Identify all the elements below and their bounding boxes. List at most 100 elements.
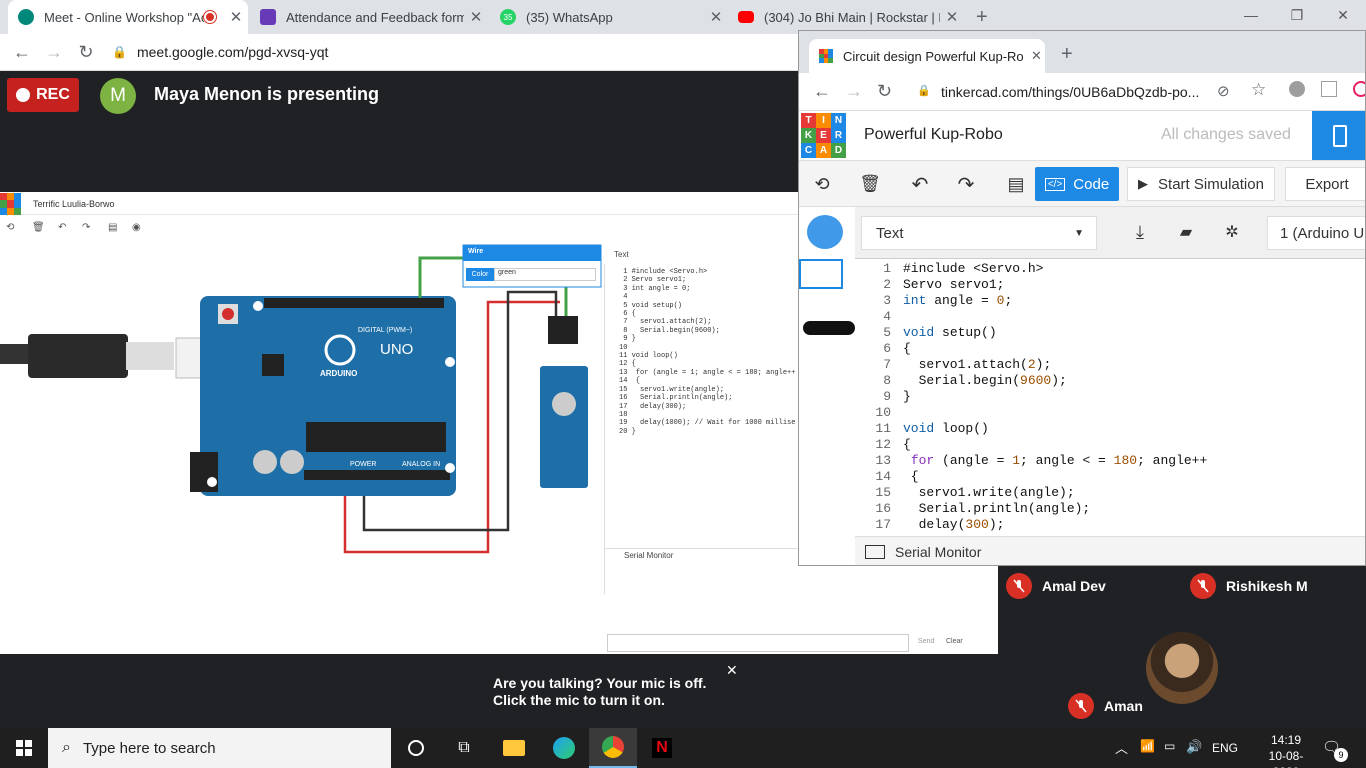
wire-color-select: green [494, 268, 596, 281]
windows-start-icon[interactable] [0, 728, 48, 768]
tab-title: Meet - Online Workshop "Ac [44, 9, 204, 25]
close-tab-icon[interactable]: ✕ [464, 8, 488, 26]
tab-meet[interactable]: Meet - Online Workshop "Ac ✕ [8, 0, 248, 34]
tc-back-icon[interactable]: ← [813, 81, 831, 102]
line-number: 10 [875, 405, 891, 420]
tab-whatsapp[interactable]: 35 (35) WhatsApp ✕ [490, 0, 728, 34]
code-line[interactable]: 2 Servo servo1; [855, 277, 1365, 293]
code-line[interactable]: 9} [855, 389, 1365, 405]
tinkercad-favicon-icon [819, 49, 833, 63]
tc-tab[interactable]: Circuit design Powerful Kup-Robo ✕ [809, 39, 1045, 73]
code-line[interactable]: 6{ [855, 341, 1365, 357]
task-view-icon[interactable]: ⧉ [440, 728, 488, 768]
code-line[interactable]: 16 Serial.println(angle); [855, 501, 1365, 517]
usb-cable [0, 344, 30, 364]
code-line[interactable]: 11 void loop() [855, 421, 1365, 437]
minimize-button[interactable]: ― [1228, 0, 1274, 30]
line-number: 14 [875, 469, 891, 484]
network-icon[interactable]: 📶 [1140, 739, 1155, 753]
undo-icon[interactable]: ↶ [907, 171, 933, 197]
maximize-button[interactable]: ❐ [1274, 0, 1320, 30]
clock[interactable]: 14:19 10-08-2020 [1256, 732, 1316, 768]
mic-off-icon [1068, 693, 1094, 719]
tracking-off-icon[interactable]: ⊘ [1217, 82, 1230, 100]
delete-icon[interactable]: 🗑 [857, 171, 883, 197]
code-line[interactable]: 15 servo1.write(angle); [855, 485, 1365, 501]
code-line[interactable]: 14 { [855, 469, 1365, 485]
tc-close-tab-icon[interactable]: ✕ [1031, 48, 1042, 64]
close-window-button[interactable]: ✕ [1320, 0, 1366, 30]
tc-code-editor[interactable]: 1 #include <Servo.h> 2 Servo servo1; 3 int an… [855, 259, 1365, 531]
bookmark-star-icon[interactable]: ☆ [1251, 80, 1266, 100]
code-line[interactable]: 4 [855, 309, 1365, 325]
fit-view-icon[interactable] [807, 215, 843, 249]
url-field[interactable]: 🔒 meet.google.com/pgd-xvsq-yqt [108, 38, 798, 66]
serial-monitor-icon [865, 545, 885, 559]
save-status: All changes saved [1161, 126, 1291, 143]
tc-forward-icon[interactable]: → [845, 81, 863, 102]
taskbar-search[interactable]: ⌕ Type here to search [48, 728, 391, 768]
netflix-icon[interactable]: N [638, 728, 686, 768]
export-button[interactable]: Export [1285, 167, 1365, 201]
extension2-icon[interactable] [1321, 81, 1337, 97]
redo-icon[interactable]: ↷ [953, 171, 979, 197]
search-icon: ⌕ [62, 739, 71, 756]
close-tab-icon[interactable]: ✕ [704, 8, 728, 26]
file-explorer-icon[interactable] [490, 728, 538, 768]
toast-close-icon[interactable]: ✕ [726, 662, 738, 679]
code-line[interactable]: 8 Serial.begin(9600); [855, 373, 1365, 389]
extension3-icon[interactable] [1353, 81, 1365, 97]
libraries-icon[interactable]: ▰ [1173, 219, 1199, 245]
rotate-icon[interactable]: ⟲ [809, 171, 835, 197]
tc-tab-title: Circuit design Powerful Kup-Robo [843, 48, 1023, 64]
board-select[interactable]: 1 (Arduino Un [1267, 216, 1365, 250]
start-simulation-button[interactable]: ▶ Start Simulation [1127, 167, 1275, 201]
tinkercad-logo[interactable]: T I N K E R C A D [801, 113, 846, 158]
language-indicator[interactable]: ENG [1212, 741, 1238, 755]
code-mode-select[interactable]: Text ▼ [861, 216, 1097, 250]
servo-horn [552, 392, 576, 416]
toast-text: Are you talking? Your mic is off. Click … [493, 675, 707, 708]
line-number: 5 [883, 325, 891, 340]
code-line[interactable]: 10 [855, 405, 1365, 421]
back-icon[interactable]: ← [12, 42, 32, 62]
chrome-icon[interactable] [589, 728, 637, 768]
code-line[interactable]: 13 for (angle = 1; angle < = 180; angle+… [855, 453, 1365, 469]
forward-icon[interactable]: → [44, 42, 64, 62]
code-button[interactable]: </> Code [1035, 167, 1119, 201]
download-icon[interactable]: ⤓ [1127, 219, 1153, 245]
notification-count-badge: 9 [1334, 748, 1348, 762]
close-tab-icon[interactable]: ✕ [940, 8, 964, 26]
notes-icon[interactable]: ▤ [1003, 171, 1029, 197]
show-hidden-icons[interactable]: ︿ [1115, 738, 1128, 757]
code-line[interactable]: 1 #include <Servo.h> [855, 261, 1365, 277]
cortana-icon[interactable] [392, 728, 440, 768]
tc-new-tab-button[interactable]: + [1061, 43, 1073, 66]
tc-url[interactable]: tinkercad.com/things/0UB6aDbQzdb-po... [941, 84, 1199, 100]
edge-icon[interactable] [540, 728, 588, 768]
search-placeholder: Type here to search [82, 739, 216, 757]
reload-icon[interactable]: ↻ [76, 42, 96, 62]
circuit-canvas: ARDUINO UNO DIGITAL (PWM~) POWER ANALOG … [0, 244, 602, 554]
clock-time: 14:19 [1270, 733, 1302, 747]
tab-youtube[interactable]: (304) Jo Bhi Main | Rockstar | Mo ✕ [728, 0, 964, 34]
code-line[interactable]: 12{ [855, 437, 1365, 453]
code-line[interactable]: 5 void setup() [855, 325, 1365, 341]
code-line[interactable]: 17 delay(300); [855, 517, 1365, 531]
debugger-bug-icon[interactable]: ✲ [1219, 219, 1245, 245]
code-line[interactable]: 7 servo1.attach(2); [855, 357, 1365, 373]
participant-name: Aman [1104, 698, 1143, 714]
new-tab-button[interactable]: + [976, 6, 988, 29]
volume-icon[interactable]: 🔊 [1186, 739, 1202, 755]
tab-attendance[interactable]: Attendance and Feedback form - ✕ [250, 0, 488, 34]
close-tab-icon[interactable]: ✕ [224, 8, 248, 26]
tc-project-title[interactable]: Powerful Kup-Robo [864, 126, 1003, 144]
device-view-icon[interactable] [1312, 111, 1365, 160]
tc-serial-monitor-bar[interactable]: Serial Monitor [855, 536, 1365, 565]
code-line[interactable]: 3 int angle = 0; [855, 293, 1365, 309]
clock-date: 10-08-2020 [1268, 749, 1304, 768]
extension-icon[interactable] [1289, 81, 1305, 97]
battery-icon[interactable]: ▭ [1164, 739, 1175, 753]
tab-title: (304) Jo Bhi Main | Rockstar | Mo [764, 9, 940, 25]
tc-reload-icon[interactable]: ↻ [877, 81, 892, 102]
